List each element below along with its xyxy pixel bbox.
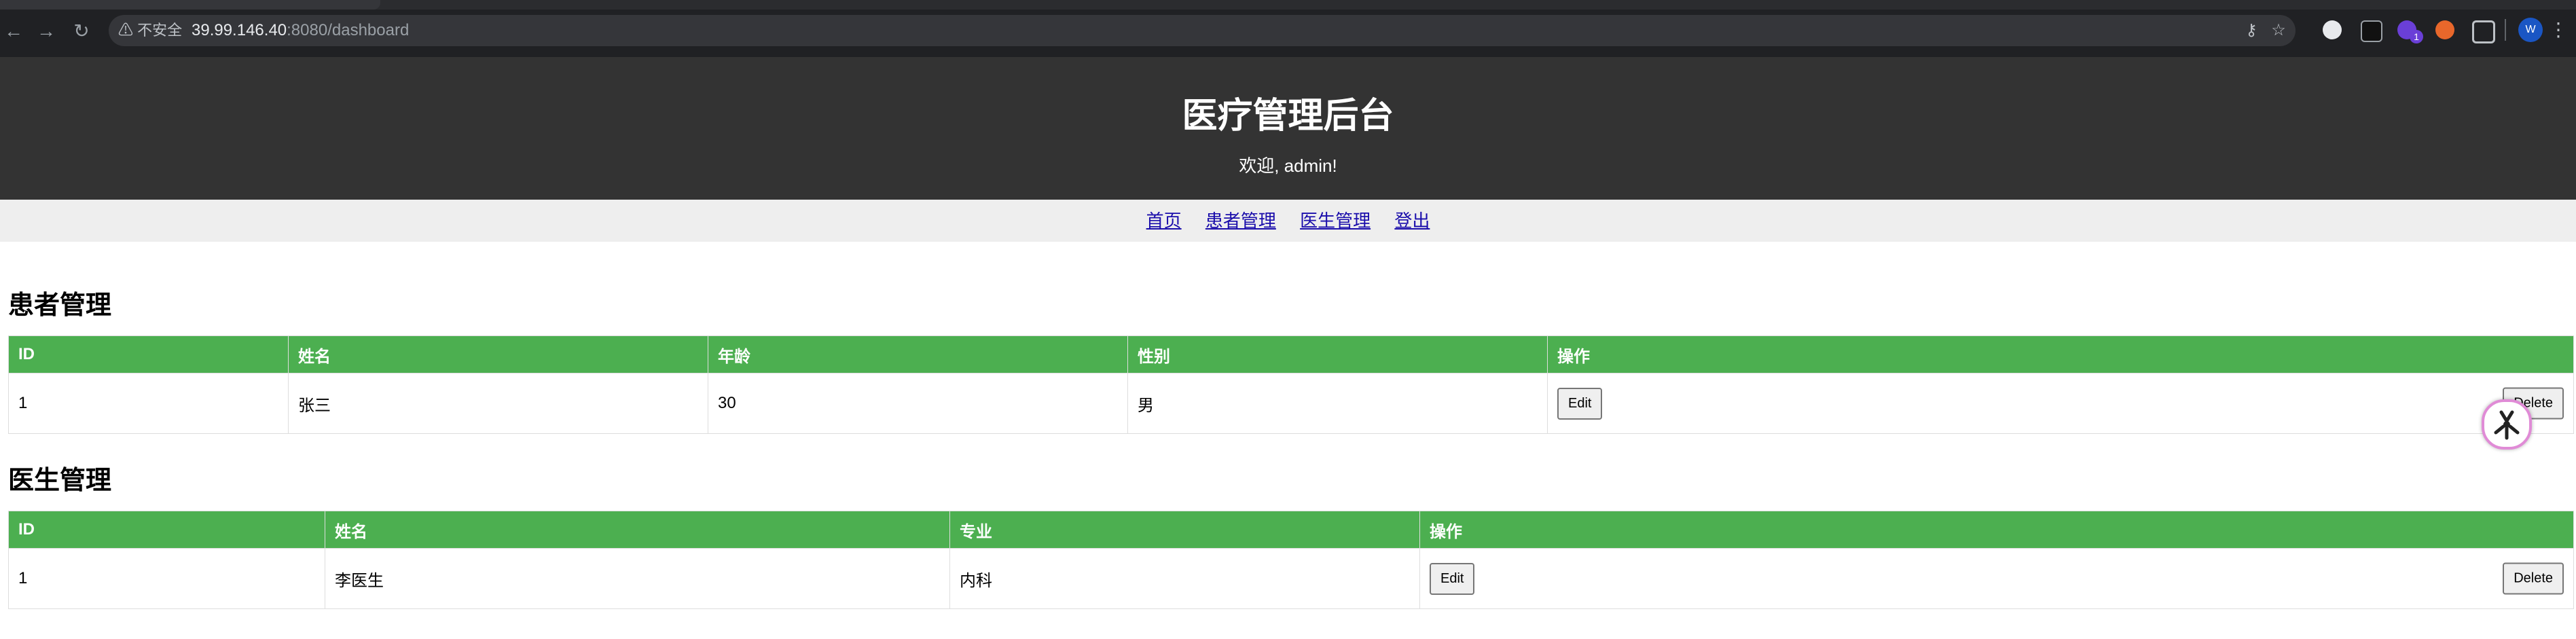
key-icon[interactable]: ⚷ — [2241, 20, 2262, 41]
column-header: ID — [8, 335, 289, 373]
doctors-table: ID 姓名 专业 操作 1 李医生 内科 Edit Delete — [8, 511, 2574, 609]
column-header: 操作 — [1419, 511, 2574, 549]
extension-badge: 1 — [2410, 30, 2423, 43]
patients-table: ID 姓名 年龄 性别 操作 1 张三 30 男 Edit Delete — [8, 335, 2574, 434]
table-row: 1 张三 30 男 Edit Delete — [8, 373, 2574, 434]
menu-icon[interactable]: ⋮ — [2548, 18, 2569, 42]
delete-button[interactable]: Delete — [2503, 562, 2564, 595]
table-header-row: ID 姓名 专业 操作 — [8, 511, 2574, 549]
nav-link-doctors[interactable]: 医生管理 — [1300, 211, 1371, 231]
cell-name: 张三 — [288, 373, 708, 434]
patients-section-title: 患者管理 — [8, 291, 112, 320]
column-header: 专业 — [949, 511, 1420, 549]
app-header: 医疗管理后台 欢迎, admin! — [0, 57, 2576, 200]
cell-actions: Edit Delete — [1419, 548, 2574, 609]
extension-icon[interactable] — [2361, 20, 2382, 42]
column-header: 年龄 — [708, 335, 1128, 373]
table-row: 1 李医生 内科 Edit Delete — [8, 548, 2574, 609]
toolbar-divider — [2505, 19, 2506, 41]
doctors-section-title: 医生管理 — [8, 467, 112, 495]
cell-id: 1 — [8, 373, 289, 434]
nav-link-logout[interactable]: 登出 — [1394, 211, 1430, 231]
edit-button[interactable]: Edit — [1430, 562, 1475, 595]
page-title: 医疗管理后台 — [1182, 96, 1394, 136]
table-header-row: ID 姓名 年龄 性别 操作 — [8, 335, 2574, 373]
cell-actions: Edit Delete — [1547, 373, 2574, 434]
extension-icon[interactable] — [2323, 20, 2342, 39]
cell-specialty: 内科 — [949, 548, 1420, 609]
active-tab[interactable] — [0, 0, 380, 10]
profile-avatar[interactable]: W — [2518, 18, 2543, 42]
cell-gender: 男 — [1127, 373, 1548, 434]
tab-strip — [0, 0, 2576, 10]
address-bar[interactable]: ⚠ 不安全 39.99.146.40:8080/dashboard ⚷ ☆ — [109, 15, 2296, 46]
cell-name: 李医生 — [325, 548, 950, 609]
cell-age: 30 — [708, 373, 1128, 434]
reload-icon[interactable]: ↻ — [68, 19, 95, 43]
browser-chrome: ← → ↻ ⚠ 不安全 39.99.146.40:8080/dashboard … — [0, 0, 2576, 57]
nav-link-home[interactable]: 首页 — [1146, 211, 1182, 231]
not-secure-badge[interactable]: ⚠ 不安全 — [118, 20, 182, 41]
url-text[interactable]: 39.99.146.40:8080/dashboard — [192, 20, 409, 41]
assistant-widget-icon[interactable] — [2482, 399, 2532, 450]
cell-id: 1 — [8, 548, 325, 609]
extension-icon[interactable] — [2435, 20, 2454, 39]
column-header: 姓名 — [288, 335, 708, 373]
main-nav: 首页 患者管理 医生管理 登出 — [0, 200, 2576, 242]
edit-button[interactable]: Edit — [1557, 387, 1603, 420]
column-header: 性别 — [1127, 335, 1548, 373]
star-icon[interactable]: ☆ — [2268, 20, 2289, 41]
column-header: ID — [8, 511, 325, 549]
column-header: 操作 — [1547, 335, 2574, 373]
nav-link-patients[interactable]: 患者管理 — [1205, 211, 1276, 231]
puzzle-icon[interactable] — [2472, 20, 2495, 43]
back-icon[interactable]: ← — [0, 19, 27, 43]
welcome-text: 欢迎, admin! — [1239, 156, 1337, 176]
forward-icon[interactable]: → — [33, 19, 60, 43]
column-header: 姓名 — [325, 511, 950, 549]
